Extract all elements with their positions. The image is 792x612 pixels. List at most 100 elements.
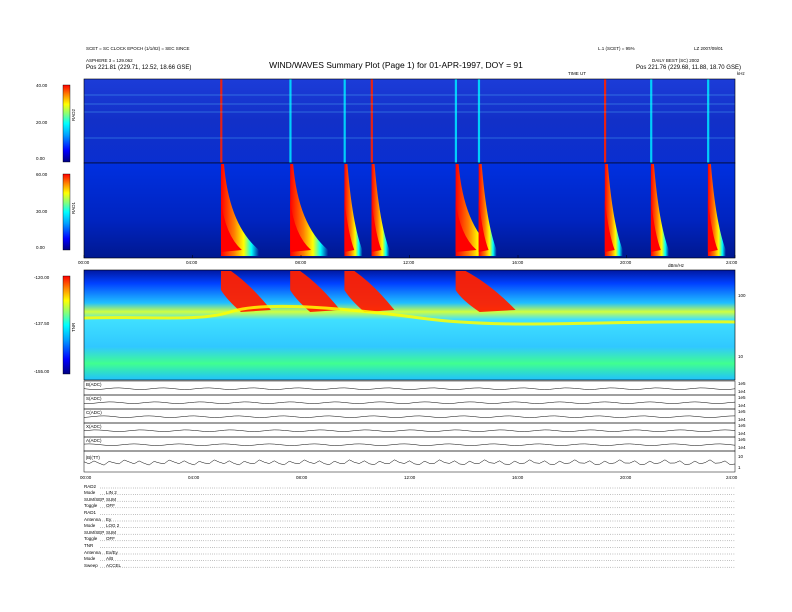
hk-panel-frame [83,394,736,410]
legend-value: Ey [106,516,112,522]
legend-label: Mode [84,523,96,529]
rad1-xtick-3: 12:00 [403,260,415,265]
hk-label-b: B(ADC) [86,382,102,387]
tnr-heatmap [84,270,735,380]
rad1-xtick-6: 24:00 [726,260,738,265]
rad2-burst-streak [477,79,481,163]
tnr-colorbar [62,275,71,375]
top-right-unit: kHz [737,71,745,76]
hk-xtick-5: 20:00 [620,475,632,480]
rad1-xtick-1: 04:00 [186,260,198,265]
hk-rtick-s-hi: 1e5 [738,395,746,400]
header-right-line1: L.1 (SCET) = 95% [598,46,635,51]
hk-rtick-s-lo: 1e4 [738,403,746,408]
hk-series-line [83,443,736,446]
tnr-cbar-tick-top: -120.00 [34,275,50,280]
hk-panel-frame [83,380,736,396]
rad1-cbar-tick-bot: 0.00 [36,245,45,250]
rad2-cbar-tick-top: 40.00 [36,83,48,88]
hk-rtick-btt-hi: 10 [738,454,744,459]
hk-rtick-b-hi: 1e5 [738,381,746,386]
legend-label: Mode [84,490,96,496]
tnr-right-tick-100: 100 [738,293,746,298]
hk-series-line [83,387,736,390]
rad2-heatmap [84,79,735,163]
hk-series-line [83,429,736,432]
legend-value: SUM [106,496,116,502]
rad2-burst-streak [650,79,653,163]
rad2-cbar-tick-bot: 0.00 [36,156,45,161]
hk-xtick-6: 24:00 [726,475,738,480]
hk-rtick-a-lo: 1e4 [738,445,746,450]
rad2-panel [62,78,736,164]
legend-label: Mode [84,556,96,562]
rad1-xtick-0: 00:00 [78,260,90,265]
legend-value: OFF [106,503,115,509]
legend-label: Toggle [84,503,98,509]
legend-label: Antenna [84,549,101,555]
rad2-burst-streak [707,79,710,163]
tnr-cbar-tick-bot: -155.00 [34,369,50,374]
rad1-label: RAD1 [71,201,76,214]
header-right-line1b: LZ 2007/09/01 [694,46,724,51]
hk-panel-frame [83,450,736,473]
hk-series-line [83,459,736,466]
hk-series-line [83,401,736,404]
figure-canvas [62,78,736,568]
rad1-colorbar [62,173,71,251]
legend-label: RAD1 [84,509,97,515]
tnr-cbar-tick-mid: -137.50 [34,321,50,326]
legend-value: LOG 2 [106,523,120,529]
legend-value: SUM [106,529,116,535]
hk-rtick-c-hi: 1e5 [738,409,746,414]
legend-label: RAD2 [84,483,97,489]
hk-label-btt: |B|(TT) [86,455,100,460]
legend-value: A/B [106,556,114,562]
legend-value: Ex/Ey [106,549,118,555]
hk-xtick-1: 04:00 [188,475,200,480]
hk-label-a: A(ADC) [86,438,102,443]
rad1-xtick-2: 08:00 [295,260,307,265]
rad1-heatmap [84,163,735,258]
hk-xtick-3: 12:00 [404,475,416,480]
rad2-burst-streak [343,79,346,163]
legend-value: LIN 2 [106,490,117,496]
rad1-cbar-tick-mid: 30.00 [36,209,48,214]
rad1-cbar-tick-top: 60.00 [36,172,48,177]
hk-xtick-4: 16:00 [512,475,524,480]
hk-rtick-btt-lo: 1 [738,465,741,470]
legend-label: SUM/SEP [84,529,105,535]
legend-table [100,487,735,568]
rad1-panel [62,162,736,259]
hk-rtick-a-hi: 1e5 [738,437,746,442]
hk-rtick-c-lo: 1e4 [738,417,746,422]
hk-rtick-x-lo: 1e4 [738,431,746,436]
tnr-right-tick-10: 10 [738,354,744,359]
rad1-xtick-4: 16:00 [512,260,524,265]
top-time-label: TIME UT [568,71,586,76]
rad2-burst-streak [454,79,458,163]
hk-series-line [83,415,736,418]
legend-label: Toggle [84,536,98,542]
rad2-burst-streak [604,79,607,163]
hk-label-s: S(ADC) [86,396,102,401]
header-left-line2: ASPHERE 3 = 129.062 [86,58,133,63]
header-left-line1: SCET = SC CLOCK EPOCH (1/1/82) = SEC SIN… [86,46,190,51]
hk-xtick-2: 08:00 [296,475,308,480]
rad1-xtick-5: 20:00 [620,260,632,265]
tnr-label: TNR [71,322,76,332]
rad2-cbar-tick-mid: 20.00 [36,120,48,125]
header-left-pos: Pos 221.81 (229.71, 12.52, 18.66 GSE) [86,65,192,71]
rad2-burst-streak [220,79,223,163]
rad2-colorbar [62,84,71,163]
hk-label-c: C(ADC) [86,410,102,415]
legend-label: Antenna [84,516,101,522]
housekeeping-panels [83,380,736,473]
legend-label: SUM/SEP [84,496,105,502]
hk-rtick-x-hi: 1e5 [738,423,746,428]
legend-value: ACCEL [106,562,122,568]
tnr-right-unit: dBm/Hz [668,263,685,268]
legend-label: TNR [84,542,94,548]
tnr-panel [62,269,736,381]
hk-xtick-0: 00:00 [80,475,92,480]
